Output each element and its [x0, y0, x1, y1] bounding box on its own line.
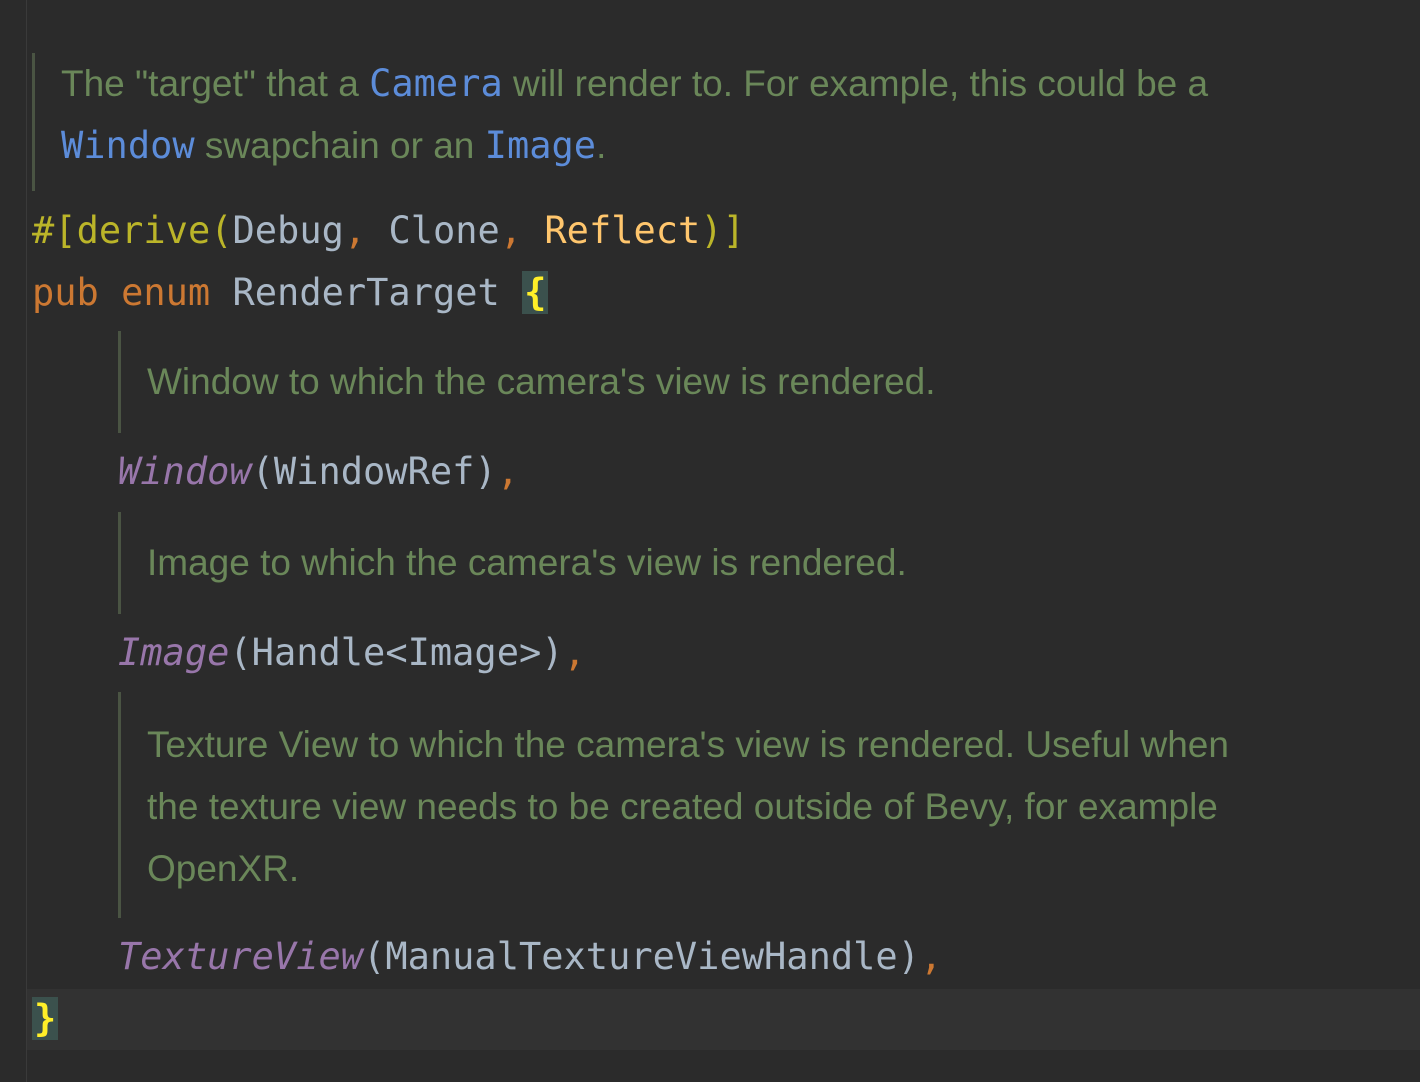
- closing-brace-line[interactable]: }: [32, 988, 59, 1050]
- enum-keyword: enum: [121, 271, 211, 314]
- comma: ,: [563, 631, 586, 674]
- variant-textureview-line[interactable]: TextureView(ManualTextureViewHandle),: [118, 926, 942, 988]
- variant-args: (ManualTextureViewHandle): [363, 935, 920, 978]
- variant-name-window[interactable]: Window: [118, 450, 252, 493]
- variant-window-line[interactable]: Window(WindowRef),: [118, 441, 519, 503]
- paren-open: (: [210, 209, 233, 252]
- doc-line: The "target" that a Camera will render t…: [61, 53, 1208, 115]
- comma: ,: [496, 450, 519, 493]
- trait-clone[interactable]: Clone: [388, 209, 499, 252]
- variant-args: (Handle<Image>): [229, 631, 564, 674]
- trait-reflect[interactable]: Reflect: [544, 209, 700, 252]
- open-brace: {: [522, 271, 549, 314]
- doc-link-image[interactable]: Image: [485, 124, 596, 167]
- doc-link-camera[interactable]: Camera: [369, 62, 503, 105]
- doc-text: .: [596, 125, 607, 166]
- doc-link-window[interactable]: Window: [61, 124, 195, 167]
- enum-name[interactable]: RenderTarget: [233, 271, 500, 314]
- attribute-open: #[: [32, 209, 77, 252]
- trait-debug[interactable]: Debug: [233, 209, 344, 252]
- derive-attribute-line[interactable]: #[derive(Debug, Clone, Reflect)]: [32, 200, 745, 262]
- doc-line: Image to which the camera's view is rend…: [147, 542, 907, 583]
- current-line-highlight: [27, 989, 1420, 1050]
- doc-line: Window to which the camera's view is ren…: [147, 361, 936, 402]
- variant-name-textureview[interactable]: TextureView: [118, 935, 363, 978]
- comma: ,: [343, 209, 389, 252]
- variant-image-line[interactable]: Image(Handle<Image>),: [118, 622, 586, 684]
- doc-comment-render-target: The "target" that a Camera will render t…: [32, 53, 1208, 191]
- comma: ,: [919, 935, 943, 978]
- doc-line: Window swapchain or an Image.: [61, 115, 1208, 177]
- doc-line: Texture View to which the camera's view …: [147, 724, 1229, 765]
- comma: ,: [499, 209, 545, 252]
- pub-keyword: pub: [32, 271, 99, 314]
- doc-comment-image-variant: Image to which the camera's view is rend…: [118, 512, 907, 614]
- doc-text: The "target" that a: [61, 63, 370, 104]
- enum-declaration-line[interactable]: pub enum RenderTarget {: [32, 262, 549, 324]
- editor-gutter-divider: [26, 0, 27, 1082]
- doc-line: OpenXR.: [147, 848, 300, 889]
- variant-args: (WindowRef): [251, 450, 497, 493]
- doc-comment-textureview-variant: Texture View to which the camera's view …: [118, 692, 1229, 918]
- variant-name-image[interactable]: Image: [118, 631, 229, 674]
- attribute-close: )]: [700, 209, 745, 252]
- derive-keyword: derive: [76, 209, 211, 252]
- doc-text: will render to. For example, this could …: [502, 63, 1209, 104]
- close-brace: }: [32, 997, 59, 1040]
- doc-comment-window-variant: Window to which the camera's view is ren…: [118, 331, 936, 433]
- doc-text: swapchain or an: [194, 125, 485, 166]
- doc-line: the texture view needs to be created out…: [147, 786, 1218, 827]
